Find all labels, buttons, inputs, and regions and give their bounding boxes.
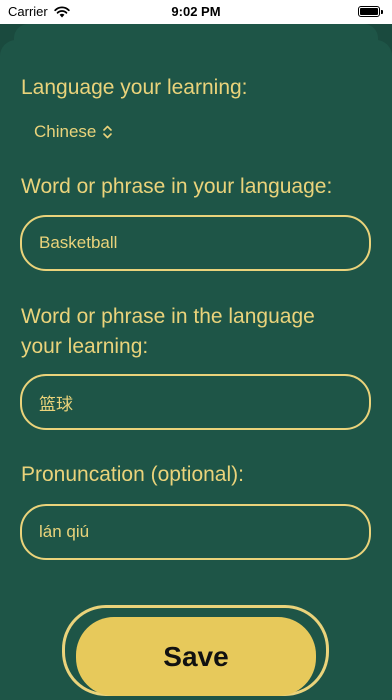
battery-icon [358,6,383,17]
target-word-field[interactable]: 篮球 [20,374,371,430]
native-word-field[interactable]: Basketball [20,215,371,271]
pronunciation-field[interactable]: lán qiú [20,504,371,560]
target-word-label-line2: your learning: [21,335,149,358]
chevron-up-down-icon [103,125,113,139]
language-label: Language your learning: [21,76,248,99]
save-button[interactable]: Save [76,617,316,696]
status-time: 9:02 PM [171,4,221,19]
native-word-label: Word or phrase in your language: [21,175,333,198]
status-bar: Carrier 9:02 PM [0,0,392,24]
target-word-label-line1: Word or phrase in the language [21,305,315,328]
language-picker-value: Chinese [34,122,97,141]
language-picker[interactable]: Chinese [34,122,113,142]
pronunciation-label: Pronuncation (optional): [21,463,244,486]
